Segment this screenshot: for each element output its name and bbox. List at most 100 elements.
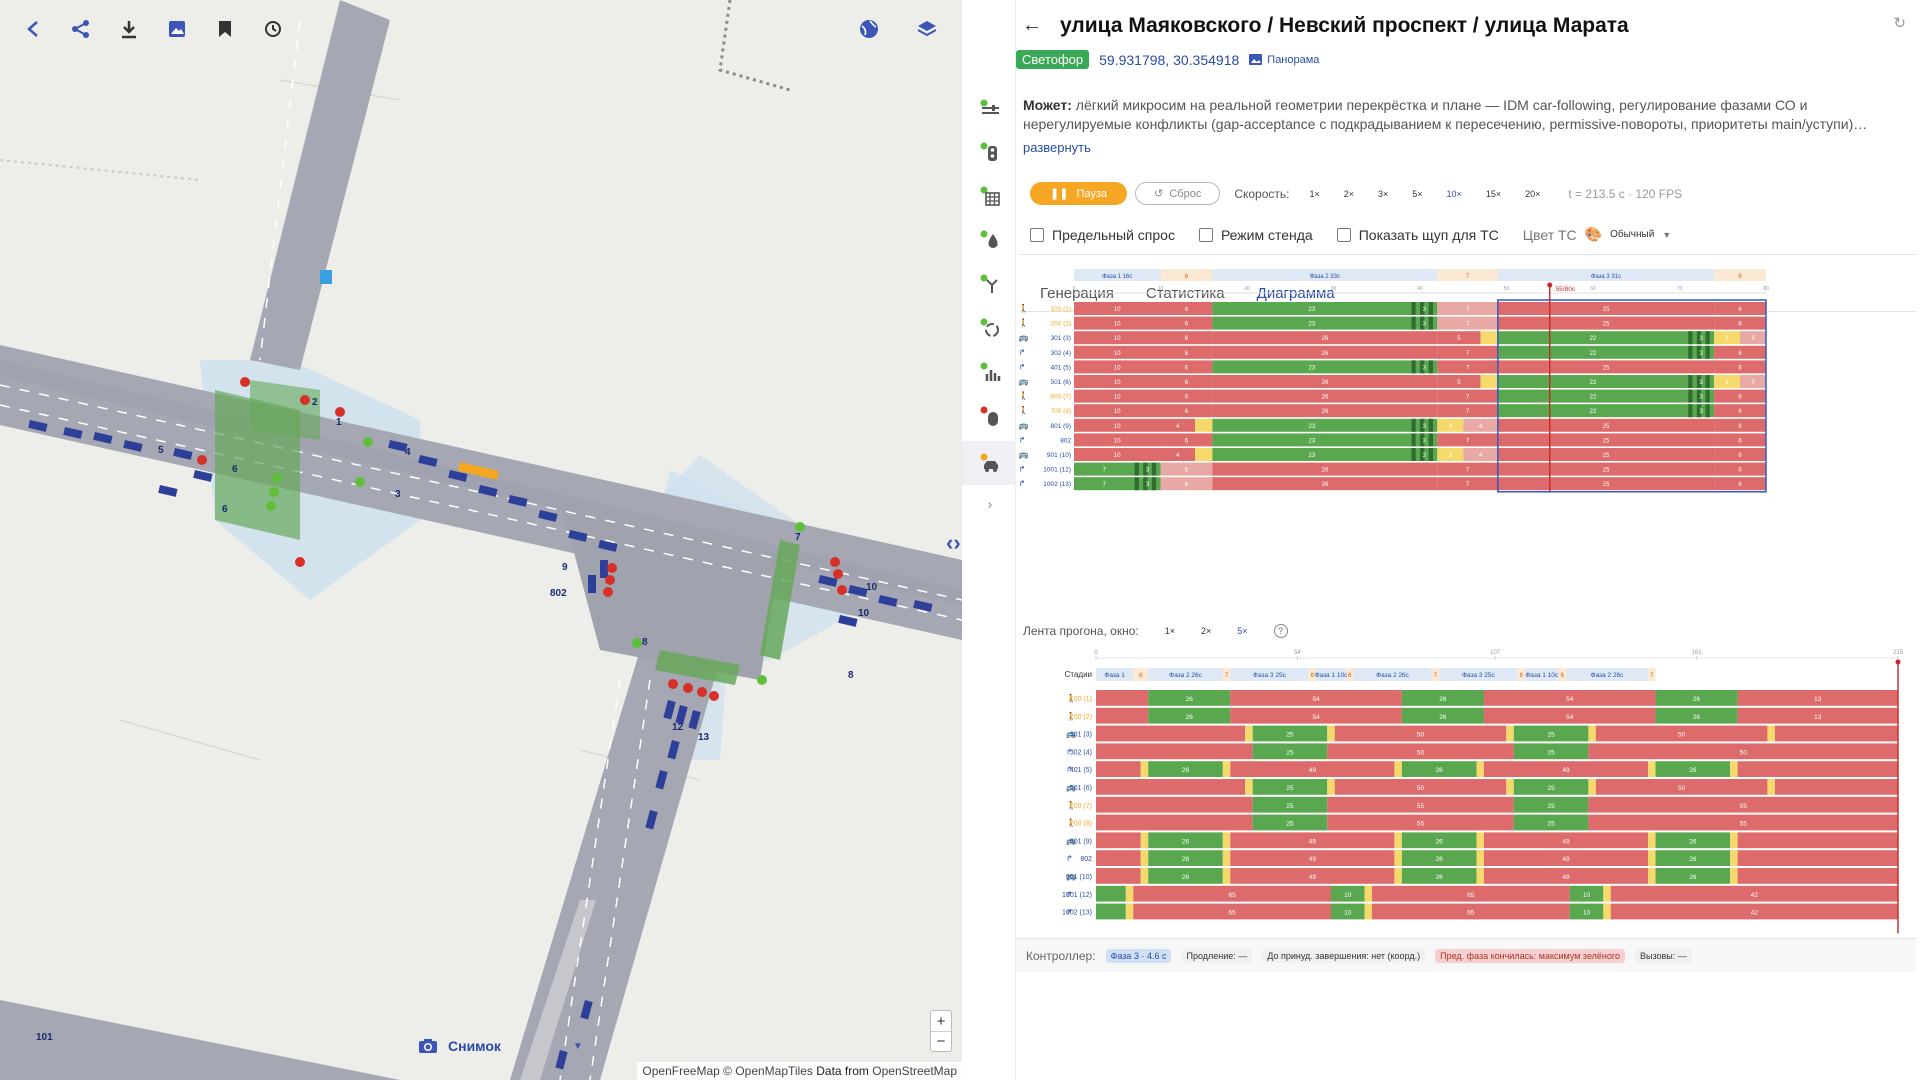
signal-segment <box>1125 903 1134 920</box>
signal-segment <box>1140 850 1149 866</box>
axis-tick: 215 <box>1893 650 1904 656</box>
back-icon[interactable] <box>18 14 48 44</box>
segment-label: 26 <box>1182 838 1190 845</box>
download-icon[interactable] <box>114 14 144 44</box>
signal-segment <box>1096 832 1141 849</box>
axis-tick: 0 <box>1073 286 1076 292</box>
cycle-icon[interactable] <box>976 314 1004 342</box>
diagram-row: 🚶 600 (7) 10 6 26 7 22 3 6 <box>1019 389 1766 403</box>
bookmark-icon[interactable] <box>210 14 240 44</box>
segment-label: 42 <box>1751 892 1759 899</box>
signal-segment <box>1610 903 1898 920</box>
zoom-control: + − <box>930 1010 952 1052</box>
stage-label: Фаза 3 25с <box>1253 672 1287 679</box>
segment-label: 25 <box>1286 749 1294 756</box>
window-1x[interactable]: 1× <box>1165 626 1175 636</box>
blink-stripe <box>1151 477 1157 491</box>
lane-label: 5 <box>158 445 164 456</box>
turn-icon: ↱ <box>1066 747 1073 756</box>
axis-tick: 70 <box>1677 286 1683 292</box>
grid-icon[interactable] <box>976 182 1004 210</box>
blink-stripe <box>1705 375 1710 388</box>
axis-tick: 0 <box>1094 650 1098 656</box>
time-cursor-head <box>1547 282 1553 288</box>
chevron-down-icon[interactable]: ▼ <box>573 1041 583 1052</box>
segment-label: 55 <box>1417 803 1425 810</box>
drop-icon[interactable] <box>976 226 1004 254</box>
car-icon[interactable] <box>976 449 1004 477</box>
share-icon[interactable] <box>66 14 96 44</box>
lane-label: 101 <box>36 1032 53 1043</box>
stage-intergreen <box>1222 668 1231 681</box>
segment-label: 26 <box>1436 767 1444 774</box>
tape-row: 🚌901 (10) 26 49 26 49 26 <box>1066 868 1898 884</box>
sliders-icon[interactable] <box>976 94 1004 122</box>
zoom-out-button[interactable]: − <box>931 1031 951 1051</box>
signal-segment <box>1327 779 1335 795</box>
traffic-light-icon[interactable] <box>976 138 1004 166</box>
signal-segment <box>1483 761 1649 777</box>
segment-label: 26 <box>1322 336 1329 342</box>
signal-segment <box>1252 725 1328 742</box>
tape-row: ↱401 (5) 26 49 26 49 26 <box>1066 761 1898 777</box>
blink-stripe <box>1411 433 1416 447</box>
window-2x[interactable]: 2× <box>1201 626 1211 636</box>
mouse-icon[interactable] <box>976 402 1004 430</box>
snapshot-button[interactable]: Снимок ▼ <box>418 1038 583 1054</box>
lane-label: 12 <box>672 722 684 733</box>
prev-phase-pill: Пред. фаза кончилась: максимум зелёного <box>1435 948 1625 963</box>
signal-segment <box>1401 707 1484 724</box>
lane-label: 4 <box>405 447 411 458</box>
signal-segment <box>1648 868 1656 884</box>
history-icon[interactable] <box>258 14 288 44</box>
signal-segment <box>1252 796 1328 813</box>
turn-icon: ↱ <box>1019 362 1026 371</box>
signal-segment <box>1327 796 1514 813</box>
segment-label: 22 <box>1590 409 1597 415</box>
fork-icon[interactable] <box>976 270 1004 298</box>
signal-segment <box>1334 779 1507 795</box>
row-label: 1002 (13) <box>1062 910 1092 917</box>
window-5x[interactable]: 5× <box>1237 626 1247 636</box>
chevron-right-icon[interactable]: › <box>976 490 1004 518</box>
segment-label: 25 <box>1603 468 1610 474</box>
segment-label: 23 <box>1309 307 1316 313</box>
axis-tick: 161 <box>1692 650 1703 656</box>
layers-icon[interactable] <box>916 18 938 45</box>
attribution-link[interactable]: OpenStreetMap <box>872 1064 957 1078</box>
segment-label: 25 <box>1547 749 1555 756</box>
blink-stripe <box>1688 375 1693 388</box>
signal-segment <box>1513 814 1589 831</box>
image-icon[interactable] <box>162 14 192 44</box>
signal-segment <box>1603 885 1611 902</box>
turn-icon: ↱ <box>1066 908 1073 917</box>
bar-chart-icon[interactable] <box>976 358 1004 386</box>
zoom-in-button[interactable]: + <box>931 1011 951 1031</box>
segment-label: 26 <box>1186 714 1194 721</box>
signal-segment <box>1513 743 1589 760</box>
segment-label: 26 <box>1322 468 1329 474</box>
stage-header <box>1230 668 1309 681</box>
panel-splitter-icon[interactable]: ‹› <box>946 530 961 556</box>
signal-segment <box>1195 418 1213 432</box>
map-view[interactable]: 5 6 6 4 3 2 1 8 7 9 802 10 10 12 13 8 10… <box>0 0 962 1080</box>
lane-label: 13 <box>698 732 710 743</box>
lane-label: 7 <box>795 532 801 543</box>
blink-stripe <box>1151 462 1157 476</box>
stage-header <box>1096 668 1134 681</box>
lane-label: 8 <box>848 670 854 681</box>
segment-label: 10 <box>1583 892 1591 899</box>
globe-icon[interactable] <box>858 18 880 45</box>
signal-segment <box>1096 796 1253 813</box>
segment-label: 10 <box>1583 910 1591 917</box>
intersection-map[interactable]: 5 6 6 4 3 2 1 8 7 9 802 10 10 12 13 8 10… <box>0 0 962 1080</box>
help-icon[interactable]: ? <box>1273 624 1288 638</box>
row-label: 301 (3) <box>1070 732 1092 739</box>
cursor-label: 55/80с <box>1556 286 1576 293</box>
segment-label: 25 <box>1286 785 1294 792</box>
segment-label: 22 <box>1590 380 1597 386</box>
segment-label: 26 <box>1436 838 1444 845</box>
turn-icon: ↱ <box>1066 765 1073 774</box>
extension-pill: Продление: — <box>1181 948 1253 963</box>
blink-stripe <box>1688 389 1693 403</box>
